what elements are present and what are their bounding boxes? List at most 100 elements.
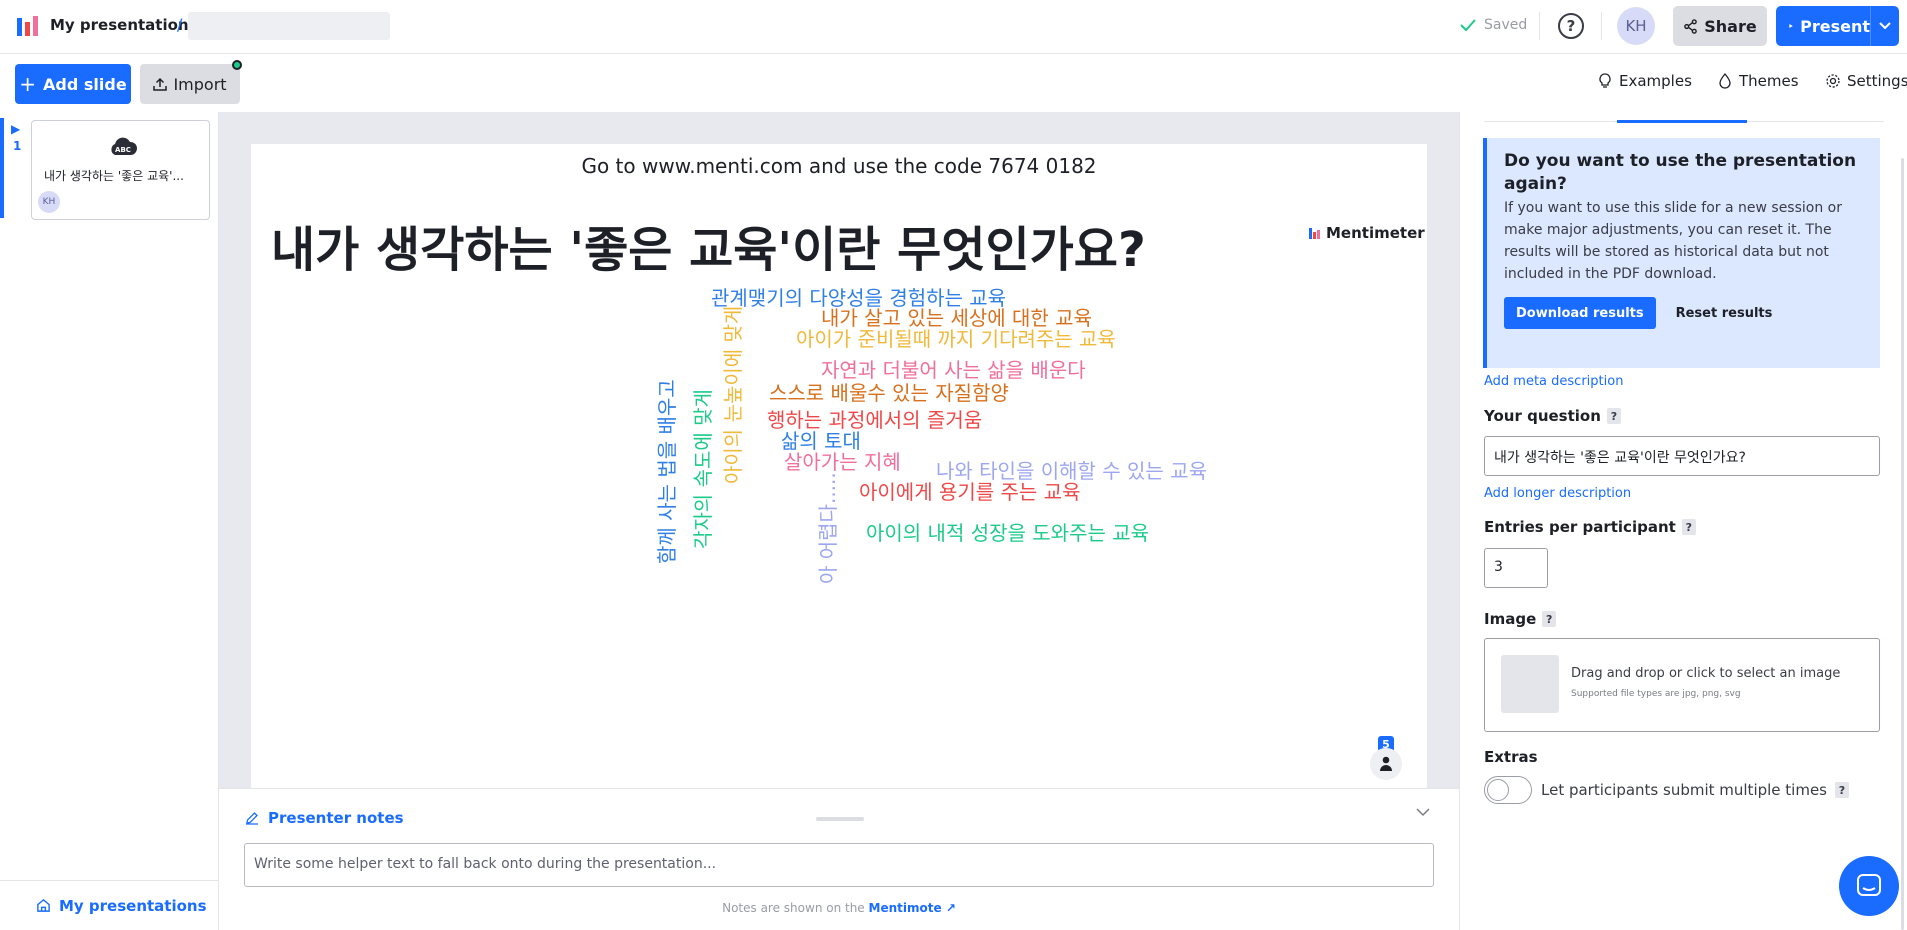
word-cloud-icon: ABC	[111, 137, 138, 155]
add-meta-description-link[interactable]: Add meta description	[1484, 374, 1623, 389]
play-icon	[1789, 23, 1793, 29]
thumb-avatar: KH	[38, 191, 60, 213]
active-slide-marker	[0, 118, 4, 218]
share-icon	[1684, 18, 1698, 34]
notes-footer: Notes are shown on the Mentimote ↗	[219, 901, 1459, 915]
mentimeter-logo-icon	[1309, 227, 1322, 239]
themes-button[interactable]: Themes	[1717, 72, 1799, 90]
slide-thumbnail[interactable]: ABC 내가 생각하는 '좋은 교육'... KH	[31, 120, 210, 220]
share-button[interactable]: Share	[1673, 6, 1767, 46]
chevron-down-icon	[1879, 22, 1891, 30]
question-input[interactable]: 내가 생각하는 '좋은 교육'이란 무엇인가요?	[1484, 436, 1880, 476]
notes-footer-text: Notes are shown on the	[722, 901, 865, 915]
breadcrumb-separator: /	[177, 15, 183, 34]
presenter-notes-toggle[interactable]: Presenter notes	[245, 809, 404, 827]
person-icon	[1380, 756, 1392, 771]
thumb-title: 내가 생각하는 '좋은 교육'...	[44, 169, 184, 183]
add-longer-description-link[interactable]: Add longer description	[1484, 486, 1631, 501]
import-label: Import	[173, 74, 227, 94]
editor-toolbar: + Add slide Import Examples Themes Setti…	[0, 54, 1907, 112]
user-avatar[interactable]: KH	[1617, 7, 1655, 45]
play-from-slide-icon[interactable]: ▶	[11, 122, 20, 136]
saved-label: Saved	[1484, 17, 1528, 33]
gear-icon	[1826, 74, 1840, 88]
chat-icon	[1857, 874, 1881, 896]
entries-label: Entries per participant ?	[1484, 518, 1696, 536]
examples-label: Examples	[1619, 72, 1692, 90]
entries-input[interactable]: 3	[1484, 548, 1548, 588]
word-cloud-word: 각자의 속도에 맞게	[691, 389, 715, 549]
your-question-label: Your question ?	[1484, 407, 1621, 425]
home-icon	[37, 898, 50, 912]
new-feature-dot	[232, 60, 242, 70]
settings-button[interactable]: Settings	[1825, 72, 1907, 90]
plus-icon: +	[19, 72, 37, 96]
share-label: Share	[1704, 16, 1757, 36]
checkmark-icon	[1460, 19, 1476, 32]
divider	[1539, 12, 1540, 40]
slide-rail: ▶ 1 ABC 내가 생각하는 '좋은 교육'... KH My present…	[0, 112, 219, 930]
multiple-submissions-text: Let participants submit multiple times	[1541, 781, 1827, 799]
help-icon[interactable]: ?	[1606, 408, 1621, 424]
word-cloud-word: 아이가 준비될때 까지 기다려주는 교육	[796, 327, 1116, 351]
help-icon[interactable]: ?	[1542, 611, 1557, 627]
panel-scrollbar[interactable]	[1901, 158, 1904, 930]
word-cloud-word: 스스로 배울수 있는 자질함양	[769, 381, 1009, 405]
image-placeholder	[1501, 655, 1559, 713]
help-button[interactable]: ?	[1558, 13, 1584, 39]
presenter-notes-heading: Presenter notes	[268, 809, 404, 827]
reset-results-button[interactable]: Reset results	[1676, 306, 1773, 321]
brand-label: Mentimeter	[1326, 224, 1425, 242]
present-button[interactable]: Present	[1776, 6, 1899, 46]
word-cloud-word: 살아가는 지혜	[784, 450, 901, 474]
saved-status: Saved	[1458, 15, 1527, 35]
reset-results-notice: Do you want to use the presentation agai…	[1483, 138, 1880, 368]
active-panel-tab[interactable]	[1617, 120, 1747, 123]
add-slide-button[interactable]: + Add slide	[15, 64, 131, 104]
presentation-title-input[interactable]	[188, 12, 390, 40]
reset-notice-title: Do you want to use the presentation agai…	[1504, 151, 1857, 194]
slide-number: 1	[13, 139, 22, 153]
responses-button[interactable]	[1370, 748, 1402, 780]
your-question-text: Your question	[1484, 407, 1601, 425]
my-presentations-label: My presentations	[59, 896, 207, 915]
mentimeter-brand: Mentimeter	[1309, 224, 1425, 242]
settings-label: Settings	[1847, 72, 1907, 90]
word-cloud-word: 아이의 눈높이에 맞게	[721, 305, 745, 484]
lightbulb-icon	[1599, 73, 1611, 88]
import-button[interactable]: Import	[140, 64, 240, 104]
word-cloud-word: 아이에게 용기를 주는 교육	[859, 480, 1081, 504]
breadcrumb-my-presentations[interactable]: My presentations	[50, 16, 198, 34]
chat-support-button[interactable]	[1839, 856, 1899, 916]
presenter-notes-input[interactable]: Write some helper text to fall back onto…	[244, 843, 1434, 887]
droplet-icon	[1719, 73, 1731, 89]
dropzone-hint: Supported file types are jpg, png, svg	[1571, 689, 1741, 699]
my-presentations-link[interactable]: My presentations	[0, 880, 219, 930]
multiple-submissions-label: Let participants submit multiple times ?	[1541, 781, 1849, 799]
extras-label: Extras	[1484, 748, 1538, 766]
examples-button[interactable]: Examples	[1597, 72, 1692, 90]
help-icon[interactable]: ?	[1835, 782, 1849, 798]
slide-question: 내가 생각하는 '좋은 교육'이란 무엇인가요?	[271, 222, 1146, 278]
entries-label-text: Entries per participant	[1484, 518, 1676, 536]
resize-handle[interactable]	[816, 817, 864, 821]
pencil-icon	[246, 812, 258, 825]
help-icon[interactable]: ?	[1681, 519, 1696, 535]
mentimote-label: Mentimote	[868, 901, 942, 915]
image-label-text: Image	[1484, 610, 1537, 628]
join-instructions: Go to www.menti.com and use the code 767…	[581, 154, 1097, 178]
image-dropzone[interactable]: Drag and drop or click to select an imag…	[1484, 638, 1880, 732]
download-results-button[interactable]: Download results	[1504, 297, 1656, 329]
mentimeter-logo-icon[interactable]	[16, 14, 40, 38]
external-link-icon: ↗	[945, 901, 956, 915]
reset-actions: Download results Reset results	[1504, 297, 1864, 329]
upload-icon	[153, 77, 168, 91]
present-main[interactable]: Present	[1776, 17, 1870, 36]
chevron-down-icon[interactable]	[1415, 807, 1431, 817]
slide-canvas[interactable]: Go to www.menti.com and use the code 767…	[251, 144, 1427, 788]
word-cloud-word: 아 어렵다.....	[816, 472, 840, 584]
mentimote-link[interactable]: Mentimote ↗	[869, 901, 956, 915]
present-options-button[interactable]	[1871, 22, 1899, 30]
word-cloud-word: 아이의 내적 성장을 도와주는 교육	[866, 521, 1150, 545]
multiple-submissions-toggle[interactable]	[1484, 776, 1532, 804]
